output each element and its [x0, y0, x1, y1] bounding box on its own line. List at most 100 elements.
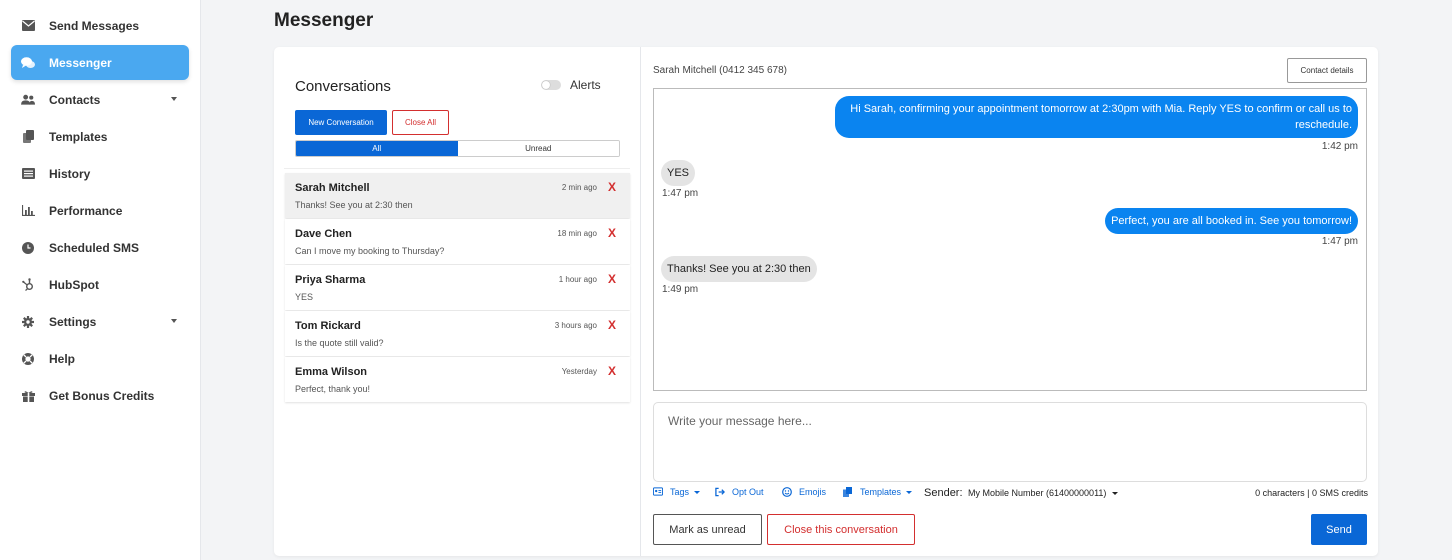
- new-conversation-button[interactable]: New Conversation: [295, 110, 387, 135]
- bar-chart-icon: [21, 204, 35, 218]
- sidebar-item-label: Contacts: [49, 92, 101, 107]
- chevron-down-icon: [171, 97, 177, 101]
- conversation-preview: Perfect, thank you!: [295, 384, 371, 394]
- gear-icon: [21, 315, 35, 329]
- users-icon: [21, 93, 35, 107]
- message-bubble-incoming: YES: [661, 160, 696, 186]
- sidebar-item-get-bonus-credits[interactable]: Get Bonus Credits: [11, 378, 189, 413]
- life-ring-icon: [21, 352, 35, 366]
- emojis-button[interactable]: Emojis: [782, 487, 826, 497]
- conversation-time: 1 hour ago: [558, 275, 597, 284]
- copy-icon: [843, 487, 853, 497]
- sidebar-item-label: HubSpot: [49, 277, 99, 292]
- conversation-name: Sarah Mitchell: [295, 182, 370, 194]
- contact-details-button[interactable]: Contact details: [1287, 58, 1367, 83]
- sidebar-item-help[interactable]: Help: [11, 341, 189, 376]
- close-conversation-icon[interactable]: X: [608, 364, 616, 378]
- send-button[interactable]: Send: [1311, 514, 1367, 545]
- conversation-preview: YES: [295, 292, 314, 302]
- message-thread[interactable]: Hi Sarah, confirming your appointment to…: [653, 88, 1367, 391]
- conversation-list: Sarah Mitchell 2 min ago X Thanks! See y…: [285, 173, 630, 403]
- close-conversation-icon[interactable]: X: [608, 318, 616, 332]
- message-time: 1:42 pm: [1321, 141, 1358, 152]
- message-time: 1:47 pm: [662, 188, 699, 199]
- opt-out-button[interactable]: Opt Out: [715, 487, 764, 497]
- sidebar-item-scheduled-sms[interactable]: Scheduled SMS: [11, 230, 189, 265]
- close-all-button[interactable]: Close All: [392, 110, 449, 135]
- sidebar-item-label: Scheduled SMS: [49, 240, 140, 255]
- sidebar-item-messenger[interactable]: Messenger: [11, 45, 189, 80]
- sidebar-item-templates[interactable]: Templates: [11, 119, 189, 154]
- conversation-filter: All Unread: [295, 140, 620, 157]
- sidebar-item-label: History: [49, 166, 91, 181]
- sidebar-item-label: Get Bonus Credits: [49, 388, 155, 403]
- clock-icon: [21, 241, 35, 255]
- conversation-time: Yesterday: [561, 367, 597, 376]
- sidebar-item-send-messages[interactable]: Send Messages: [11, 8, 189, 43]
- chevron-down-icon: [1112, 491, 1119, 495]
- sidebar-item-history[interactable]: History: [11, 156, 189, 191]
- sidebar-item-performance[interactable]: Performance: [11, 193, 189, 228]
- conversation-item[interactable]: Sarah Mitchell 2 min ago X Thanks! See y…: [285, 173, 630, 218]
- alerts-toggle[interactable]: [541, 80, 561, 90]
- sender-select[interactable]: My Mobile Number (61400000011): [968, 488, 1119, 498]
- message-bubble-incoming: Thanks! See you at 2:30 then: [661, 256, 817, 282]
- conversation-item[interactable]: Emma Wilson Yesterday X Perfect, thank y…: [285, 357, 630, 402]
- tags-button[interactable]: Tags: [653, 487, 701, 497]
- sidebar-item-label: Settings: [49, 314, 97, 329]
- mark-as-unread-button[interactable]: Mark as unread: [653, 514, 762, 545]
- message-time: 1:49 pm: [662, 284, 699, 295]
- sidebar-item-settings[interactable]: Settings: [11, 304, 189, 339]
- close-conversation-icon[interactable]: X: [608, 180, 616, 194]
- close-conversation-button[interactable]: Close this conversation: [767, 514, 915, 545]
- alerts-label: Alerts: [570, 78, 601, 92]
- sidebar: Send Messages Messenger Contacts Templat…: [0, 0, 201, 560]
- hubspot-icon: [21, 278, 35, 292]
- page-title: Messenger: [274, 10, 374, 31]
- emojis-label: Emojis: [799, 487, 827, 497]
- sidebar-item-label: Messenger: [49, 55, 112, 70]
- sidebar-item-contacts[interactable]: Contacts: [11, 82, 189, 117]
- message-input[interactable]: [653, 402, 1367, 482]
- sidebar-item-label: Help: [49, 351, 76, 366]
- message-time: 1:47 pm: [1321, 236, 1358, 247]
- copy-icon: [21, 130, 35, 144]
- smile-icon: [782, 487, 792, 497]
- opt-out-label: Opt Out: [732, 487, 764, 497]
- message-bubble-outgoing: Hi Sarah, confirming your appointment to…: [835, 96, 1358, 138]
- templates-button[interactable]: Templates: [843, 487, 913, 497]
- alerts-control: Alerts: [541, 78, 601, 92]
- close-conversation-icon[interactable]: X: [608, 272, 616, 286]
- conversation-preview: Is the quote still valid?: [295, 338, 384, 348]
- sidebar-item-hubspot[interactable]: HubSpot: [11, 267, 189, 302]
- conversation-name: Dave Chen: [295, 228, 352, 240]
- messenger-card: Conversations Alerts New Conversation Cl…: [274, 47, 1378, 556]
- sidebar-item-label: Performance: [49, 203, 123, 218]
- chat-bubbles-icon: [21, 56, 35, 70]
- conversation-item[interactable]: Dave Chen 18 min ago X Can I move my boo…: [285, 219, 630, 264]
- conversation-preview: Can I move my booking to Thursday?: [295, 246, 445, 256]
- filter-tab-unread[interactable]: Unread: [457, 141, 619, 156]
- gift-icon: [21, 389, 35, 403]
- composer-toolbar: Tags Opt Out Emojis Templates Sender: My…: [653, 487, 1368, 501]
- conversations-panel: Conversations Alerts New Conversation Cl…: [274, 47, 641, 556]
- templates-label: Templates: [860, 487, 902, 497]
- chevron-down-icon: [694, 490, 701, 494]
- sender-label: Sender:: [924, 487, 963, 499]
- conversation-item[interactable]: Priya Sharma 1 hour ago X YES: [285, 265, 630, 310]
- conversation-item[interactable]: Tom Rickard 3 hours ago X Is the quote s…: [285, 311, 630, 356]
- chevron-down-icon: [171, 319, 177, 323]
- conversation-name: Priya Sharma: [295, 274, 366, 286]
- id-card-icon: [653, 487, 663, 497]
- close-conversation-icon[interactable]: X: [608, 226, 616, 240]
- envelope-icon: [21, 19, 35, 33]
- message-bubble-outgoing: Perfect, you are all booked in. See you …: [1105, 208, 1358, 234]
- tags-label: Tags: [670, 487, 690, 497]
- conversation-time: 18 min ago: [557, 229, 597, 238]
- conversation-time: 3 hours ago: [554, 321, 597, 330]
- list-icon: [21, 167, 35, 181]
- conversation-preview: Thanks! See you at 2:30 then: [295, 200, 413, 210]
- chevron-down-icon: [906, 490, 913, 494]
- filter-tab-all[interactable]: All: [296, 141, 458, 156]
- chat-contact-header: Sarah Mitchell (0412 345 678): [653, 65, 787, 76]
